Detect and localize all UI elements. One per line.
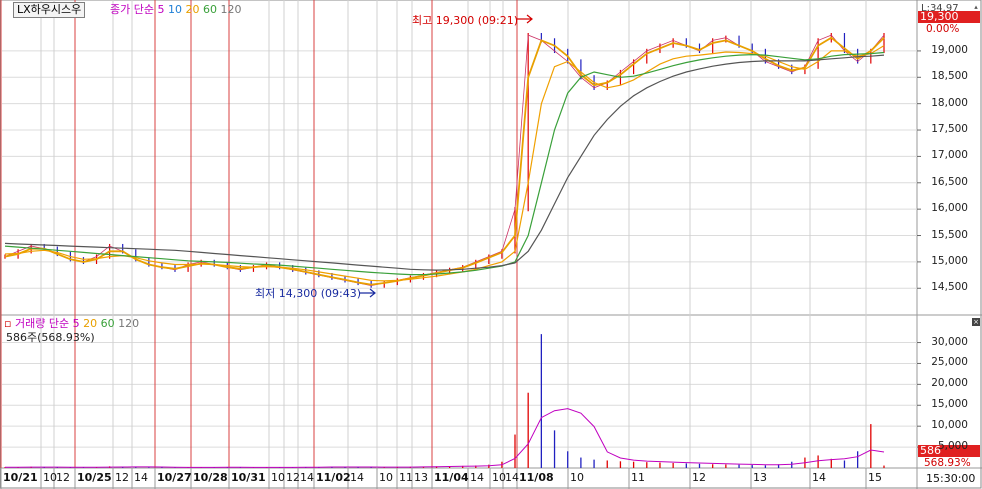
date-label: 12 [56,471,70,484]
date-label: 11 [399,471,413,484]
date-label: 10 [43,471,57,484]
volume-value: 586주(568.93%) [6,331,95,344]
legend-ma5: 5 [157,3,165,16]
volume-pct: 568.93% [924,457,971,469]
legend-ma120: 120 [220,3,242,16]
price-axis-label: 14,500 [931,281,968,294]
date-label: 14 [350,471,364,484]
date-label: 13 [414,471,428,484]
date-label: 14 [134,471,148,484]
price-axis-label: 19,000 [931,43,968,56]
chart-canvas[interactable] [0,0,982,489]
date-label: 12 [115,471,129,484]
stock-name-box[interactable]: LX하우시스우 [13,2,86,18]
volume-axis-label: 15,000 [931,398,968,411]
vlegend-ma5: 5 [72,317,80,330]
price-tag: 19,300 [918,11,980,23]
date-label: 10/28 [193,471,228,484]
time-label: 15:30:00 [926,472,976,485]
volume-axis-label: 10,000 [931,419,968,432]
date-label: 10/27 [157,471,192,484]
date-label: 10 [271,471,285,484]
vlegend-ma120: 120 [118,317,140,330]
stock-chart[interactable]: LX하우시스우 종가 단순 5 10 20 60 120 최고 19,300 (… [0,0,982,489]
date-label: 14 [470,471,484,484]
price-axis-label: 17,500 [931,123,968,136]
date-label: 10 [379,471,393,484]
price-legend-label: 종가 단순 [110,3,154,16]
vlegend-ma60: 60 [100,317,115,330]
collapse-icon[interactable]: × [972,318,980,326]
volume-axis-label: 25,000 [931,356,968,369]
volume-legend-icon: ▫ [4,317,12,330]
price-axis-label: 15,000 [931,254,968,267]
price-axis-label: 16,500 [931,175,968,188]
date-label: 10/31 [231,471,266,484]
date-label: 14 [300,471,314,484]
high-annotation: 최고 19,300 (09:21) [412,14,519,27]
date-label: 14 [812,471,826,484]
date-label: 13 [753,471,767,484]
date-label: 10/25 [77,471,112,484]
date-label: 11/08 [519,471,554,484]
price-axis-label: 16,000 [931,202,968,215]
scroll-up-icon[interactable]: ▴ [972,3,980,11]
volume-axis-label: 30,000 [931,335,968,348]
price-axis-label: 17,000 [931,149,968,162]
chart-background [0,0,982,489]
volume-legend: ▫ 거래량 단순 5 20 60 120 [4,317,139,330]
price-axis-label: 15,500 [931,228,968,241]
price-axis-label: 18,000 [931,96,968,109]
date-label: 11/04 [434,471,469,484]
date-label: 12 [286,471,300,484]
price-change: 0.00% [926,23,960,35]
date-label: 10 [492,471,506,484]
date-label: 12 [692,471,706,484]
price-legend: 종가 단순 5 10 20 60 120 [110,3,241,16]
date-label: 11/02 [316,471,351,484]
date-label: 15 [868,471,882,484]
date-label: 10 [570,471,584,484]
date-label: 14 [505,471,519,484]
volume-axis-label: 5,000 [937,440,968,453]
legend-ma10: 10 [167,3,182,16]
legend-ma20: 20 [185,3,200,16]
vlegend-ma20: 20 [83,317,98,330]
volume-legend-label: 거래량 단순 [14,317,70,330]
date-label: 10/21 [3,471,38,484]
legend-ma60: 60 [202,3,217,16]
price-axis-label: 18,500 [931,70,968,83]
low-annotation: 최저 14,300 (09:43) [255,287,362,300]
volume-axis-label: 20,000 [931,377,968,390]
date-label: 11 [631,471,645,484]
